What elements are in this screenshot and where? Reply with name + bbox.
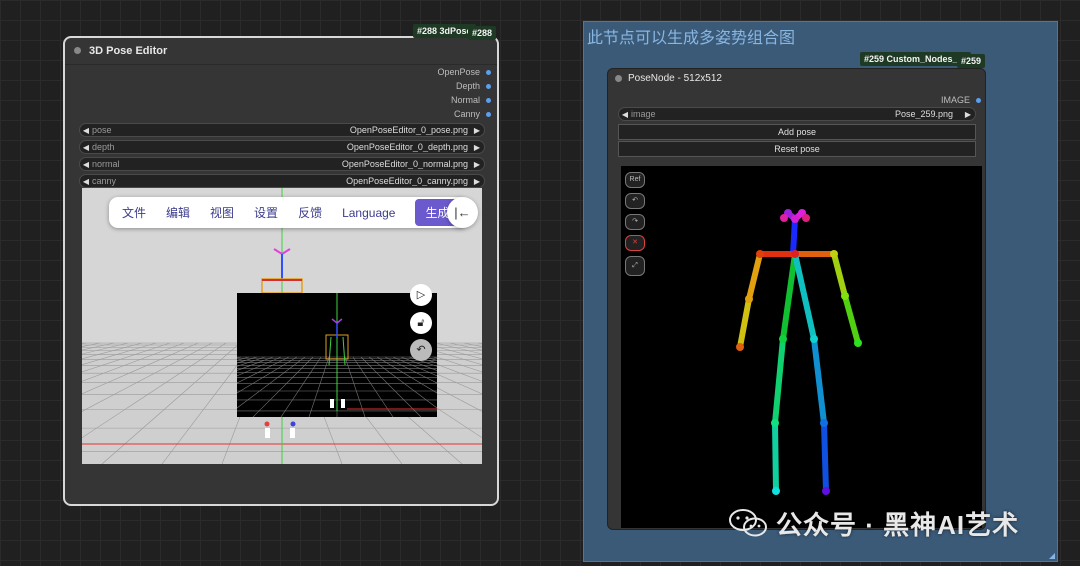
widget-value: Pose_259.png	[894, 109, 953, 119]
title-divider	[65, 64, 497, 65]
menu-language[interactable]: Language	[342, 206, 395, 220]
undo-icon[interactable]: ↶	[625, 193, 645, 209]
expand-icon[interactable]: ⤢	[625, 256, 645, 276]
output-normal[interactable]: Normal	[451, 94, 491, 106]
play-icon[interactable]: ▷	[410, 284, 432, 306]
output-label: Normal	[450, 95, 480, 105]
output-depth[interactable]: Depth	[456, 80, 491, 92]
normal-combo-widget[interactable]: ◀ normal OpenPoseEditor_0_normal.png ▶	[79, 157, 485, 171]
node-title: 3D Pose Editor	[89, 45, 168, 57]
widget-value: OpenPoseEditor_0_pose.png	[349, 125, 468, 135]
output-canny[interactable]: Canny	[454, 108, 491, 120]
watermark-text: 公众号 · 黑神AI艺术	[776, 509, 1020, 540]
widget-value: OpenPoseEditor_0_depth.png	[346, 142, 468, 152]
output-label: Canny	[453, 109, 480, 119]
image-combo-widget[interactable]: ◀ image Pose_259.png ▶	[618, 107, 976, 121]
increment-arrow-icon[interactable]: ▶	[961, 110, 975, 119]
decrement-arrow-icon[interactable]: ◀	[80, 177, 92, 186]
increment-arrow-icon[interactable]: ▶	[470, 126, 484, 135]
widget-value: OpenPoseEditor_0_normal.png	[341, 159, 468, 169]
output-socket-icon[interactable]	[976, 97, 981, 103]
increment-arrow-icon[interactable]: ▶	[470, 160, 484, 169]
pose-editor-node[interactable]: #288 3dPose #288 3D Pose Editor OpenPose…	[63, 24, 499, 506]
widget-label: image	[631, 109, 656, 119]
preview-scene	[237, 293, 437, 417]
output-openpose[interactable]: OpenPose	[437, 66, 491, 78]
output-socket-icon[interactable]	[486, 97, 491, 103]
openpose-skeleton	[736, 209, 862, 495]
reset-pose-button[interactable]: Reset pose	[618, 141, 976, 157]
pose-combo-widget[interactable]: ◀ pose OpenPoseEditor_0_pose.png ▶	[79, 123, 485, 137]
output-image[interactable]: IMAGE	[941, 94, 981, 106]
output-socket-icon[interactable]	[486, 69, 491, 75]
widget-label: depth	[92, 142, 115, 152]
pose-node[interactable]: #259 Custom_Nodes_AI #259 PoseNode - 512…	[607, 52, 986, 530]
collapse-menu-icon[interactable]: |←	[447, 197, 478, 228]
redo-icon[interactable]: ↷	[625, 214, 645, 230]
node-id-badge: #288	[468, 26, 497, 40]
depth-combo-widget[interactable]: ◀ depth OpenPoseEditor_0_depth.png ▶	[79, 140, 485, 154]
widget-label: normal	[92, 159, 120, 169]
wechat-icon	[729, 509, 767, 537]
increment-arrow-icon[interactable]: ▶	[470, 143, 484, 152]
output-socket-icon[interactable]	[486, 83, 491, 89]
output-socket-icon[interactable]	[486, 111, 491, 117]
decrement-arrow-icon[interactable]: ◀	[80, 126, 92, 135]
menu-view[interactable]: 视图	[210, 204, 234, 221]
watermark: 公众号 · 黑神AI艺术	[728, 505, 1058, 541]
increment-arrow-icon[interactable]: ▶	[470, 177, 484, 186]
node-type-badge: #259 Custom_Nodes_AI	[860, 52, 971, 66]
node-id-badge: #259	[957, 54, 986, 68]
decrement-arrow-icon[interactable]: ◀	[619, 110, 631, 119]
widget-label: canny	[92, 176, 117, 186]
decrement-arrow-icon[interactable]: ◀	[80, 160, 92, 169]
widget-label: pose	[92, 125, 112, 135]
unlock-icon[interactable]: 🔓︎	[410, 312, 432, 334]
output-label: IMAGE	[940, 95, 970, 105]
menu-file[interactable]: 文件	[122, 204, 146, 221]
pose-canvas[interactable]: Ref ↶ ↷ ✕ ⤢	[621, 166, 982, 528]
node-type-badge: #288 3dPose	[413, 24, 476, 38]
node-title: PoseNode - 512x512	[628, 73, 722, 84]
decrement-arrow-icon[interactable]: ◀	[80, 143, 92, 152]
collapse-dot-icon[interactable]	[74, 47, 81, 54]
output-label: Depth	[455, 81, 480, 91]
close-icon[interactable]: ✕	[625, 235, 645, 251]
collapse-dot-icon[interactable]	[615, 75, 622, 82]
3d-viewport[interactable]: 文件 编辑 视图 设置 反馈 Language 生成 |← ▷ 🔓︎ ↶	[82, 188, 482, 464]
canny-combo-widget[interactable]: ◀ canny OpenPoseEditor_0_canny.png ▶	[79, 174, 485, 188]
preview-window[interactable]: ▷ 🔓︎ ↶	[237, 284, 437, 417]
menu-feedback[interactable]: 反馈	[298, 204, 322, 221]
editor-menu-bar: 文件 编辑 视图 设置 反馈 Language 生成 |←	[109, 197, 478, 228]
group-title[interactable]: 此节点可以生成多姿势组合图	[587, 24, 795, 48]
menu-settings[interactable]: 设置	[254, 204, 278, 221]
group-resize-handle[interactable]	[1049, 553, 1055, 559]
add-pose-button[interactable]: Add pose	[618, 124, 976, 140]
widget-value: OpenPoseEditor_0_canny.png	[346, 176, 468, 186]
undo-icon[interactable]: ↶	[410, 339, 432, 361]
menu-edit[interactable]: 编辑	[166, 204, 190, 221]
output-label: OpenPose	[437, 67, 480, 77]
reference-button[interactable]: Ref	[625, 172, 645, 188]
